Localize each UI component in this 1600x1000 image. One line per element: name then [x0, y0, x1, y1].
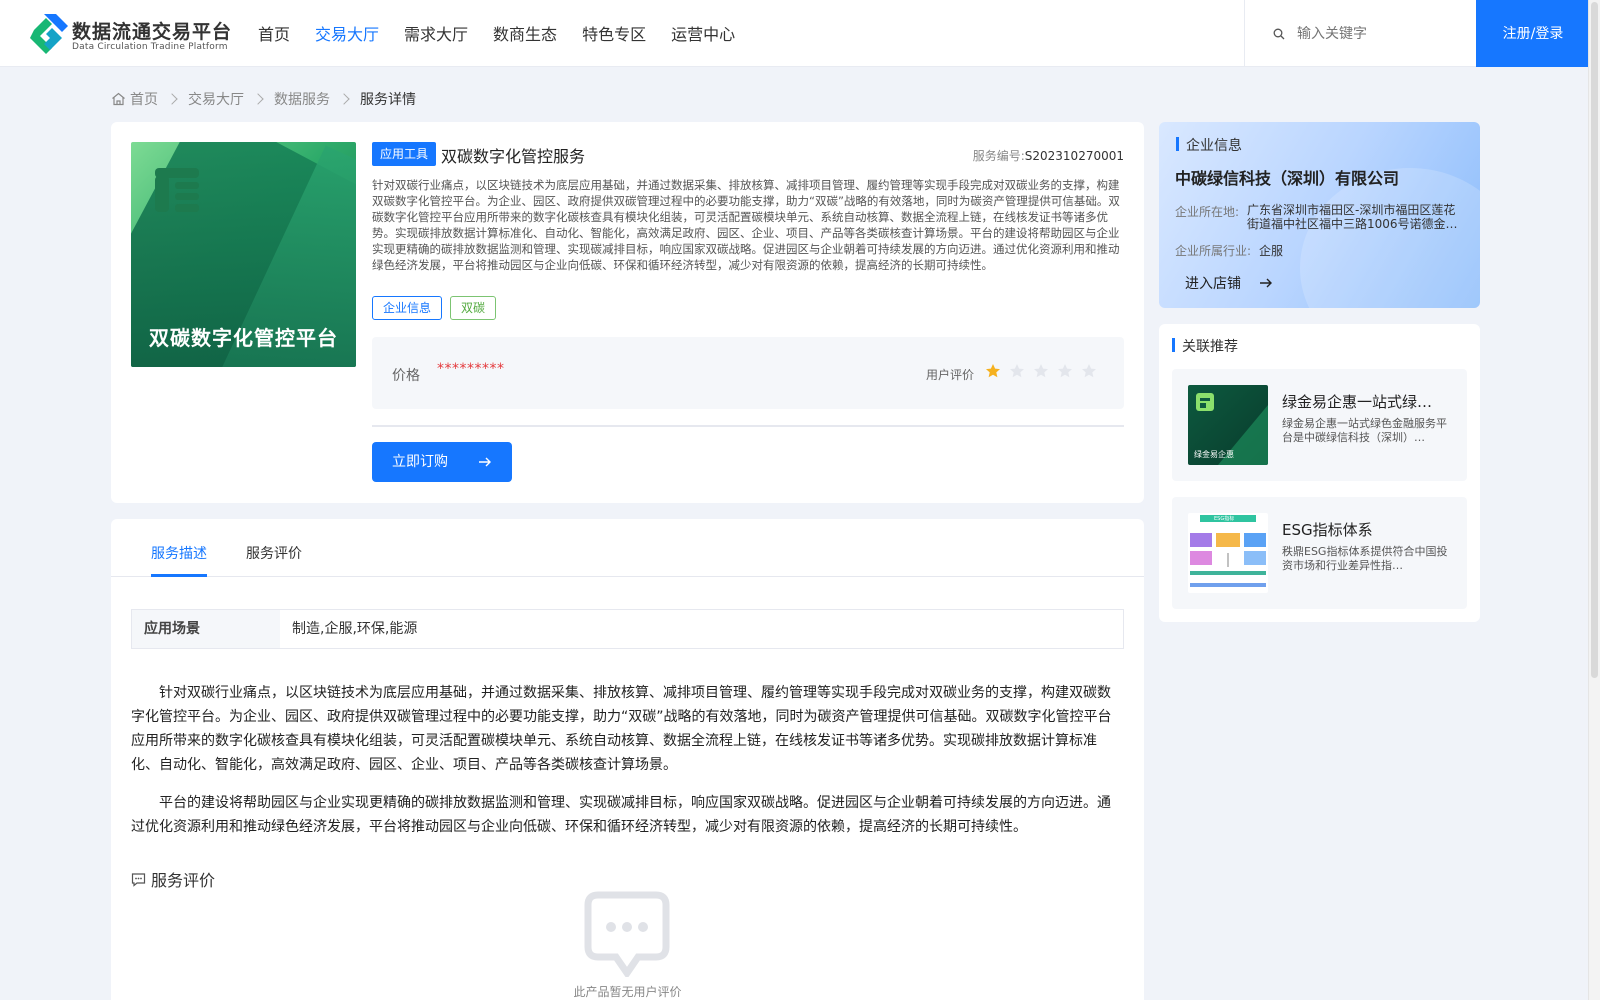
- industry-label: 企业所属行业:: [1175, 244, 1252, 258]
- nav-ecosystem[interactable]: 数商生态: [493, 0, 557, 67]
- buy-now-label: 立即订购: [392, 454, 448, 470]
- enterprise-location: 广东省深圳市福田区-深圳市福田区莲花街道福中社区福中三路1006号诺德金…: [1247, 203, 1458, 231]
- related-recommendations-card: 关联推荐 绿金易企惠 绿金易企惠一站式绿… 绿金易企惠一站式绿色金融服务平台是中…: [1159, 324, 1480, 622]
- empty-review-text: 此产品暂无用户评价: [573, 985, 682, 999]
- tag-enterprise-info[interactable]: 企业信息: [372, 296, 443, 320]
- breadcrumb-data-service[interactable]: 数据服务: [274, 89, 330, 109]
- enterprise-info-card: 企业信息 中碳绿信科技（深圳）有限公司 企业所在地: 广东省深圳市福田区-深圳市…: [1159, 122, 1480, 308]
- star-icon[interactable]: [985, 363, 1001, 379]
- main-nav: 首页 交易大厅 需求大厅 数商生态 特色专区 运营中心: [258, 0, 760, 67]
- breadcrumb-current: 服务详情: [360, 92, 416, 108]
- service-number-value: S202310270001: [1024, 149, 1124, 163]
- chevron-right-icon: [166, 93, 178, 105]
- nav-home[interactable]: 首页: [258, 0, 290, 67]
- nav-operations[interactable]: 运营中心: [671, 0, 735, 67]
- chevron-right-icon: [252, 93, 264, 105]
- tab-service-description[interactable]: 服务描述: [151, 543, 207, 563]
- thumb-caption: 绿金易企惠: [1194, 450, 1234, 459]
- star-icon[interactable]: [1057, 363, 1073, 379]
- arrow-right-icon[interactable]: [1259, 277, 1273, 289]
- arrow-right-icon: [479, 457, 491, 467]
- comment-icon: [131, 872, 146, 887]
- related-item-thumbnail: 绿金易企惠: [1188, 385, 1268, 465]
- enterprise-name: 中碳绿信科技（深圳）有限公司: [1175, 169, 1400, 188]
- related-item-thumbnail: ESG指标: [1188, 513, 1268, 593]
- tag-dual-carbon[interactable]: 双碳: [450, 296, 497, 320]
- section-bar: [1172, 338, 1175, 352]
- top-header: 数据流通交易平台 Data Circulation Tradine Platfo…: [0, 0, 1590, 67]
- login-register-button[interactable]: 注册/登录: [1476, 0, 1590, 67]
- cover-title: 双碳数字化管控平台: [149, 326, 338, 350]
- related-section-title: 关联推荐: [1182, 339, 1238, 355]
- enter-shop-link[interactable]: 进入店铺: [1185, 273, 1241, 293]
- product-card: 双碳数字化管控平台 应用工具 双碳数字化管控服务 服务编号:S202310270…: [111, 122, 1144, 503]
- price-label: 价格: [392, 368, 420, 384]
- detail-tabs: 服务描述 服务评价: [111, 519, 1144, 577]
- logo-mark-icon: [30, 14, 68, 54]
- scene-value: 制造,企服,环保,能源: [292, 621, 418, 637]
- related-item-title: ESG指标体系: [1282, 521, 1373, 539]
- related-item-desc: 秩鼎ESG指标体系提供符合中国投资市场和行业差异性指…: [1282, 545, 1448, 572]
- esg-diagram-thumb-icon: [1188, 513, 1268, 593]
- product-cover-image: 双碳数字化管控平台: [131, 142, 356, 367]
- application-scene-table: 应用场景 制造,企服,环保,能源: [131, 609, 1124, 649]
- related-item[interactable]: 绿金易企惠 绿金易企惠一站式绿… 绿金易企惠一站式绿色金融服务平台是中碳绿信科技…: [1172, 369, 1467, 481]
- star-icon[interactable]: [1009, 363, 1025, 379]
- thumb-caption: ESG指标: [1214, 516, 1235, 522]
- price-panel: 价格 ********* 用户评价: [372, 337, 1124, 409]
- search-icon[interactable]: [1273, 28, 1285, 40]
- review-section-title: 服务评价: [151, 871, 216, 890]
- tab-service-review[interactable]: 服务评价: [246, 543, 302, 563]
- location-label: 企业所在地:: [1175, 205, 1240, 219]
- empty-comment-icon: [584, 891, 670, 977]
- nav-demand-hall[interactable]: 需求大厅: [404, 0, 468, 67]
- star-rating: [985, 363, 1105, 379]
- description-paragraph: 平台的建设将帮助园区与企业实现更精确的碳排放数据监测和管理、实现碳减排目标，响应…: [131, 795, 1111, 835]
- search-box: [1244, 0, 1476, 67]
- logo-subtitle: Data Circulation Tradine Platform: [72, 42, 228, 52]
- buy-now-button[interactable]: 立即订购: [372, 442, 512, 482]
- section-bar: [1176, 137, 1179, 151]
- price-value: *********: [437, 361, 505, 377]
- related-item-title: 绿金易企惠一站式绿…: [1282, 393, 1433, 411]
- service-details-card: 服务描述 服务评价 应用场景 制造,企服,环保,能源 针对双碳行业痛点，以区块链…: [111, 519, 1144, 1000]
- scrollbar-thumb[interactable]: [1591, 2, 1598, 678]
- active-tab-indicator: [151, 574, 207, 577]
- category-tag: 应用工具: [372, 142, 437, 166]
- scene-label: 应用场景: [132, 610, 280, 648]
- divider: [372, 425, 1124, 427]
- description-paragraph: 针对双碳行业痛点，以区块链技术为底层应用基础，并通过数据采集、排放核算、减排项目…: [131, 685, 1112, 773]
- brand-logo-icon: [155, 168, 199, 212]
- card-decoration: [1300, 168, 1480, 308]
- service-number: 服务编号:S202310270001: [973, 147, 1124, 164]
- review-section-header: 服务评价: [131, 867, 215, 891]
- home-icon: [112, 92, 125, 106]
- breadcrumb-trading-hall[interactable]: 交易大厅: [188, 89, 244, 109]
- breadcrumb: 首页 交易大厅 数据服务 服务详情: [111, 89, 416, 109]
- enterprise-section-title: 企业信息: [1186, 138, 1242, 154]
- scrollbar[interactable]: [1588, 0, 1600, 1000]
- chevron-right-icon: [338, 93, 350, 105]
- breadcrumb-home[interactable]: 首页: [130, 89, 158, 109]
- enterprise-industry: 企服: [1259, 244, 1284, 258]
- nav-featured[interactable]: 特色专区: [582, 0, 646, 67]
- star-icon[interactable]: [1033, 363, 1049, 379]
- product-description: 针对双碳行业痛点，以区块链技术为底层应用基础，并通过数据采集、排放核算、减排项目…: [372, 178, 1120, 272]
- related-item-desc: 绿金易企惠一站式绿色金融服务平台是中碳绿信科技（深圳）…: [1282, 417, 1447, 444]
- rating-label: 用户评价: [926, 368, 975, 382]
- related-item[interactable]: ESG指标 ESG指标体系 秩鼎ESG指标体系提供符合中国投资市场和行业差异性指…: [1172, 497, 1467, 609]
- search-input[interactable]: [1297, 25, 1467, 42]
- product-title: 双碳数字化管控服务: [441, 147, 586, 166]
- service-number-label: 服务编号:: [972, 149, 1025, 163]
- site-logo[interactable]: 数据流通交易平台 Data Circulation Tradine Platfo…: [30, 14, 233, 54]
- nav-trading-hall[interactable]: 交易大厅: [315, 0, 379, 67]
- product-tags: 企业信息 双碳: [372, 296, 504, 320]
- logo-title: 数据流通交易平台: [72, 21, 233, 43]
- star-icon[interactable]: [1081, 363, 1097, 379]
